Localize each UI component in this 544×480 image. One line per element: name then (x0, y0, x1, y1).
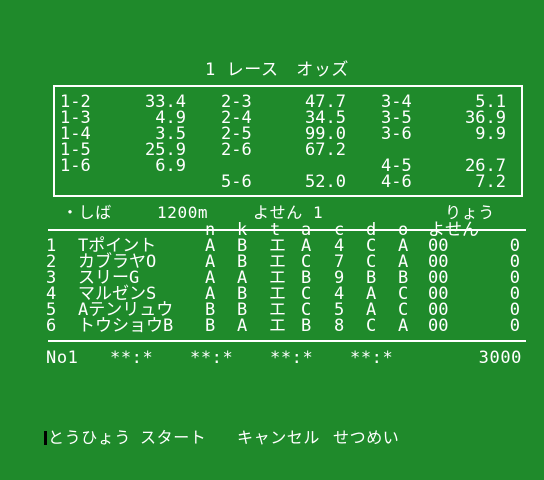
horse-stat: 8 (334, 316, 345, 336)
odds-pair: 1-6 (60, 156, 91, 176)
horse-stat: C (366, 316, 377, 336)
odds-value: 7.2 (475, 172, 506, 192)
race-type: よせん 1 (253, 203, 324, 222)
bet-slot: **:* (350, 348, 394, 368)
menu-item[interactable]: とうひょう (48, 430, 131, 446)
bet-slot: **:* (110, 348, 154, 368)
horse-name: トウショウB (78, 316, 174, 336)
money-display: 3000 (478, 348, 522, 368)
menu-item[interactable]: キャンセル (237, 430, 320, 446)
right-label: りょう (445, 203, 495, 222)
odds-value: 6.9 (155, 156, 186, 176)
odds-pair: 2-6 (221, 140, 252, 160)
horse-stat: エ (269, 316, 286, 336)
odds-pair: 3-6 (381, 124, 412, 144)
horse-stat: B (301, 316, 312, 336)
horse-stat: A (237, 316, 248, 336)
odds-value: 67.2 (305, 140, 346, 160)
horse-stat: 00 (428, 316, 449, 336)
odds-value: 9.9 (475, 124, 506, 144)
odds-value: 52.0 (305, 172, 346, 192)
odds-pair: 5-6 (221, 172, 252, 192)
bet-slot: **:* (270, 348, 314, 368)
horse-stat: B (205, 316, 216, 336)
race-distance: 1200m (157, 203, 209, 222)
bet-slot: **:* (190, 348, 234, 368)
screen-title: 1 レース オッズ (205, 60, 350, 80)
horse-stat: A (398, 316, 409, 336)
race-surface: ・しば (62, 203, 112, 222)
bet-line-label: No1 (46, 348, 79, 368)
menu-item[interactable]: せつめい (333, 430, 399, 446)
odds-pair: 4-6 (381, 172, 412, 192)
horse-number: 6 (46, 316, 57, 336)
horse-result: 0 (509, 316, 520, 336)
table-bottom-rule (48, 340, 526, 342)
menu-item[interactable]: スタート (140, 430, 206, 446)
menu-cursor (44, 431, 47, 445)
